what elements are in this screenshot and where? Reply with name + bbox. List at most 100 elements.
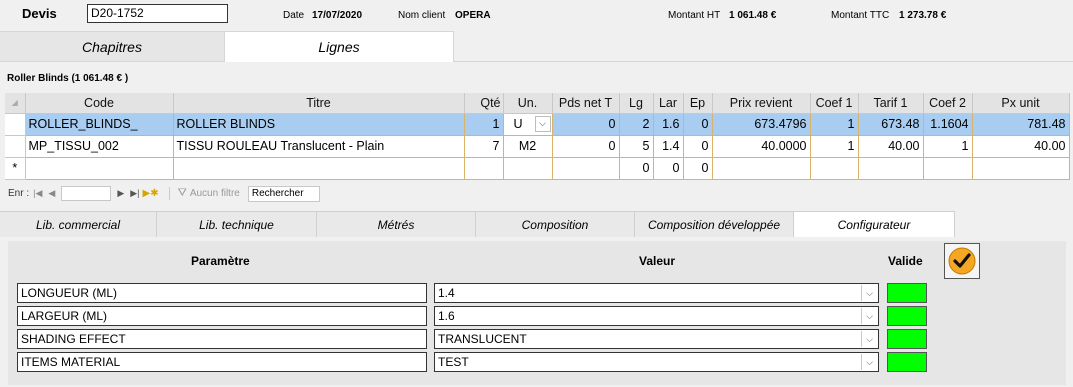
cell-prix-revient[interactable]: 40.0000 (712, 135, 811, 158)
col-header-coef2[interactable]: Coef 2 (923, 93, 973, 114)
next-record-icon[interactable]: ▶ (117, 188, 124, 199)
cell-ep[interactable]: 0 (683, 135, 713, 158)
table-row[interactable]: ROLLER_BLINDS_ ROLLER BLINDS 1 U ⌵ 0 2 1… (5, 113, 1070, 136)
col-header-ep[interactable]: Ep (683, 93, 713, 114)
cell-qte[interactable]: 1 (464, 113, 504, 136)
new-record-row[interactable]: * 0 0 0 (5, 157, 1070, 180)
search-input[interactable]: Rechercher (247, 185, 320, 202)
cell-titre[interactable]: TISSU ROULEAU Translucent - Plain (173, 135, 465, 158)
select-all-corner[interactable]: ◢ (5, 93, 26, 114)
cell-pds-net[interactable]: 0 (552, 135, 620, 158)
cell-ep[interactable]: 0 (683, 157, 713, 180)
funnel-icon: ⛛ (177, 187, 187, 199)
chevron-down-icon[interactable]: ⌵ (861, 331, 877, 347)
cell-code[interactable]: ROLLER_BLINDS_ (25, 113, 174, 136)
col-header-tarif1[interactable]: Tarif 1 (858, 93, 924, 114)
cell-coef2[interactable]: 1.1604 (923, 113, 973, 136)
cell-coef1[interactable] (810, 157, 859, 180)
cell-lg[interactable]: 2 (619, 113, 654, 136)
col-header-titre[interactable]: Titre (173, 93, 465, 114)
valid-indicator (887, 283, 927, 303)
col-header-prix-revient[interactable]: Prix revient (712, 93, 811, 114)
cell-pds-net[interactable]: 0 (552, 113, 620, 136)
cell-lg[interactable]: 0 (619, 157, 654, 180)
grid-header-row: ◢ Code Titre Qté Un. Pds net T Lg Lar Ep… (5, 93, 1070, 114)
tab-composition[interactable]: Composition (476, 211, 635, 237)
new-row-marker[interactable]: * (5, 157, 26, 180)
section-title: Roller Blinds (1 061.48 € ) (7, 73, 129, 84)
client-value: OPERA (455, 10, 491, 21)
unit-combobox[interactable]: U ⌵ (503, 113, 553, 136)
col-header-code[interactable]: Code (25, 93, 174, 114)
cell-prix-revient[interactable]: 673.4796 (712, 113, 811, 136)
col-header-pds-net[interactable]: Pds net T (552, 93, 620, 114)
tab-chapitres[interactable]: Chapitres (0, 31, 225, 62)
cell-px-unit[interactable]: 781.48 (972, 113, 1070, 136)
row-selector[interactable] (5, 135, 26, 158)
cell-ep[interactable]: 0 (683, 113, 713, 136)
cell-titre[interactable]: ROLLER BLINDS (173, 113, 465, 136)
cell-tarif1[interactable]: 40.00 (858, 135, 924, 158)
param-field: SHADING EFFECT (17, 329, 427, 349)
cell-coef1[interactable]: 1 (810, 135, 859, 158)
tab-lib-commercial[interactable]: Lib. commercial (0, 211, 157, 237)
col-header-coef1[interactable]: Coef 1 (810, 93, 859, 114)
col-header-qte[interactable]: Qté (464, 93, 504, 114)
value-header: Valeur (639, 254, 676, 268)
devis-input[interactable]: D20-1752 (87, 4, 228, 23)
cell-code[interactable] (25, 157, 174, 180)
chevron-down-icon[interactable]: ⌵ (534, 115, 551, 132)
chevron-down-icon[interactable]: ⌵ (861, 285, 877, 301)
tab-lignes[interactable]: Lignes (225, 31, 454, 62)
value-select[interactable]: 1.6 ⌵ (434, 306, 879, 326)
row-selector[interactable] (5, 113, 26, 136)
param-header: Paramètre (191, 254, 250, 268)
ht-value: 1 061.48 € (729, 10, 777, 21)
cell-unit[interactable] (503, 157, 553, 180)
cell-prix-revient[interactable] (712, 157, 811, 180)
record-number-input[interactable] (61, 186, 112, 201)
cell-coef1[interactable]: 1 (810, 113, 859, 136)
last-record-icon[interactable]: ▶| (130, 188, 139, 199)
cell-tarif1[interactable]: 673.48 (858, 113, 924, 136)
validate-button[interactable] (944, 243, 980, 279)
col-header-px-unit[interactable]: Px unit (972, 93, 1070, 114)
value-select[interactable]: 1.4 ⌵ (434, 283, 879, 303)
tab-configurateur[interactable]: Configurateur (794, 211, 955, 237)
col-header-lg[interactable]: Lg (619, 93, 654, 114)
cell-code[interactable]: MP_TISSU_002 (25, 135, 174, 158)
tab-composition-developpee[interactable]: Composition développée (635, 211, 794, 237)
value-select[interactable]: TEST ⌵ (434, 352, 879, 372)
cell-unit[interactable]: M2 (503, 135, 553, 158)
col-header-lar[interactable]: Lar (653, 93, 684, 114)
cell-lar[interactable]: 0 (653, 157, 684, 180)
value-select[interactable]: TRANSLUCENT ⌵ (434, 329, 879, 349)
tab-metres[interactable]: Métrés (317, 211, 476, 237)
tab-lib-technique[interactable]: Lib. technique (157, 211, 317, 237)
cell-px-unit[interactable] (972, 157, 1070, 180)
chevron-down-icon[interactable]: ⌵ (861, 308, 877, 324)
cell-lar[interactable]: 1.4 (653, 135, 684, 158)
chevron-down-icon[interactable]: ⌵ (861, 354, 877, 370)
filter-button[interactable]: ⛛ Aucun filtre (168, 187, 240, 200)
param-field: LONGUEUR (ML) (17, 283, 427, 303)
cell-qte[interactable] (464, 157, 504, 180)
cell-qte[interactable]: 7 (464, 135, 504, 158)
cell-titre[interactable] (173, 157, 465, 180)
checkmark-icon (948, 247, 976, 275)
previous-record-icon[interactable]: ◀ (48, 188, 55, 199)
cell-px-unit[interactable]: 40.00 (972, 135, 1070, 158)
param-field: ITEMS MATERIAL (17, 352, 427, 372)
cell-pds-net[interactable] (552, 157, 620, 180)
cell-lg[interactable]: 5 (619, 135, 654, 158)
cell-coef2[interactable]: 1 (923, 135, 973, 158)
cell-lar[interactable]: 1.6 (653, 113, 684, 136)
date-value: 17/07/2020 (312, 10, 363, 21)
new-record-icon[interactable]: ▶✱ (143, 188, 159, 199)
table-row[interactable]: MP_TISSU_002 TISSU ROULEAU Translucent -… (5, 135, 1070, 158)
valid-header: Valide (888, 254, 923, 268)
first-record-icon[interactable]: |◀ (33, 188, 42, 199)
cell-coef2[interactable] (923, 157, 973, 180)
cell-tarif1[interactable] (858, 157, 924, 180)
col-header-unit[interactable]: Un. (503, 93, 553, 114)
